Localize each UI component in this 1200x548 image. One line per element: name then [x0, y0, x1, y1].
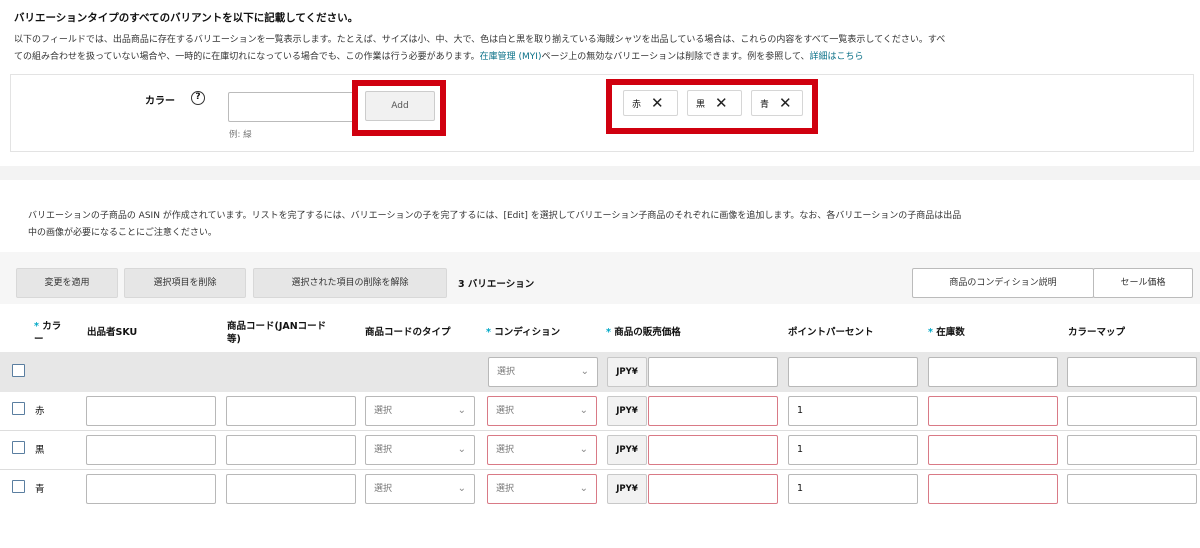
close-icon[interactable]: ✕ — [715, 96, 728, 111]
product-code-input[interactable] — [226, 435, 356, 465]
code-type-select[interactable]: 選択 ⌄ — [365, 435, 475, 465]
section-heading: バリエーションタイプのすべてのバリアントを以下に記載してください。 — [14, 12, 359, 24]
stock-input[interactable] — [928, 435, 1058, 465]
asin-info-text: バリエーションの子商品の ASIN が作成されています。リストを完了するには、バ… — [28, 211, 962, 238]
color-input[interactable] — [228, 92, 356, 122]
sku-input[interactable] — [86, 435, 216, 465]
price-input[interactable] — [648, 474, 778, 504]
currency-label: JPY¥ — [607, 435, 647, 465]
color-variation-box — [10, 74, 1194, 152]
column-header-sku: 出品者SKU — [87, 327, 138, 338]
product-code-input[interactable] — [226, 474, 356, 504]
condition-select[interactable]: 選択 ⌄ — [487, 396, 597, 426]
bulk-price-input[interactable] — [648, 357, 778, 387]
color-map-input[interactable] — [1067, 435, 1197, 465]
column-header-color-map: カラーマップ — [1068, 327, 1126, 338]
bulk-color-map-input[interactable] — [1067, 357, 1197, 387]
currency-label: JPY¥ — [607, 474, 647, 504]
column-header-points: ポイントパーセント — [788, 327, 874, 338]
color-map-input[interactable] — [1067, 474, 1197, 504]
stock-input[interactable] — [928, 396, 1058, 426]
inventory-management-link[interactable]: 在庫管理 (MYI) — [480, 52, 542, 62]
bulk-stock-input[interactable] — [928, 357, 1058, 387]
row-checkbox[interactable] — [12, 402, 25, 415]
variation-count: 3 バリエーション — [458, 279, 535, 290]
currency-label: JPY¥ — [607, 396, 647, 426]
color-chip-blue: 青 ✕ — [751, 90, 803, 116]
sku-input[interactable] — [86, 474, 216, 504]
column-header-product-code: 商品コード(JANコード 等) — [227, 321, 327, 345]
section-description: 以下のフィールドでは、出品商品に存在するバリエーションを一覧表示します。たとえば… — [14, 35, 946, 62]
apply-changes-button[interactable]: 変更を適用 — [16, 268, 118, 298]
bulk-points-input[interactable] — [788, 357, 918, 387]
learn-more-link[interactable]: 詳細はこちら — [810, 52, 864, 62]
column-header-condition: * コンディション — [486, 327, 561, 338]
help-icon[interactable]: ? — [191, 91, 205, 105]
color-map-input[interactable] — [1067, 396, 1197, 426]
color-label: カラー — [145, 96, 175, 107]
sale-price-button[interactable]: セール価格 — [1093, 268, 1193, 298]
row-divider — [0, 469, 1200, 470]
color-example-hint: 例: 緑 — [229, 130, 252, 140]
row-checkbox[interactable] — [12, 480, 25, 493]
delete-selected-button[interactable]: 選択項目を削除 — [124, 268, 246, 298]
color-chip-red: 赤 ✕ — [623, 90, 678, 116]
code-type-select[interactable]: 選択 ⌄ — [365, 396, 475, 426]
column-header-code-type: 商品コードのタイプ — [365, 327, 451, 338]
color-chip-black: 黒 ✕ — [687, 90, 742, 116]
points-input[interactable]: 1 — [788, 396, 918, 426]
bulk-condition-select[interactable]: 選択 ⌄ — [488, 357, 598, 387]
code-type-select[interactable]: 選択 ⌄ — [365, 474, 475, 504]
condition-select[interactable]: 選択 ⌄ — [487, 435, 597, 465]
add-button[interactable]: Add — [365, 91, 435, 121]
close-icon[interactable]: ✕ — [779, 96, 792, 111]
product-code-input[interactable] — [226, 396, 356, 426]
row-color-value: 青 — [35, 484, 45, 495]
condition-select[interactable]: 選択 ⌄ — [487, 474, 597, 504]
row-divider — [0, 430, 1200, 431]
column-header-color: * カラー — [34, 321, 62, 345]
currency-label: JPY¥ — [607, 357, 647, 387]
column-header-stock: * 在庫数 — [928, 327, 965, 338]
row-checkbox[interactable] — [12, 441, 25, 454]
close-icon[interactable]: ✕ — [651, 96, 664, 111]
points-input[interactable]: 1 — [788, 435, 918, 465]
row-color-value: 黒 — [35, 445, 45, 456]
price-input[interactable] — [648, 396, 778, 426]
sku-input[interactable] — [86, 396, 216, 426]
points-input[interactable]: 1 — [788, 474, 918, 504]
price-input[interactable] — [648, 435, 778, 465]
stock-input[interactable] — [928, 474, 1058, 504]
select-all-checkbox[interactable] — [12, 364, 25, 377]
column-header-price: * 商品の販売価格 — [606, 327, 681, 338]
row-color-value: 赤 — [35, 406, 45, 417]
undo-delete-button[interactable]: 選択された項目の削除を解除 — [253, 268, 447, 298]
condition-description-button[interactable]: 商品のコンディション説明 — [912, 268, 1094, 298]
